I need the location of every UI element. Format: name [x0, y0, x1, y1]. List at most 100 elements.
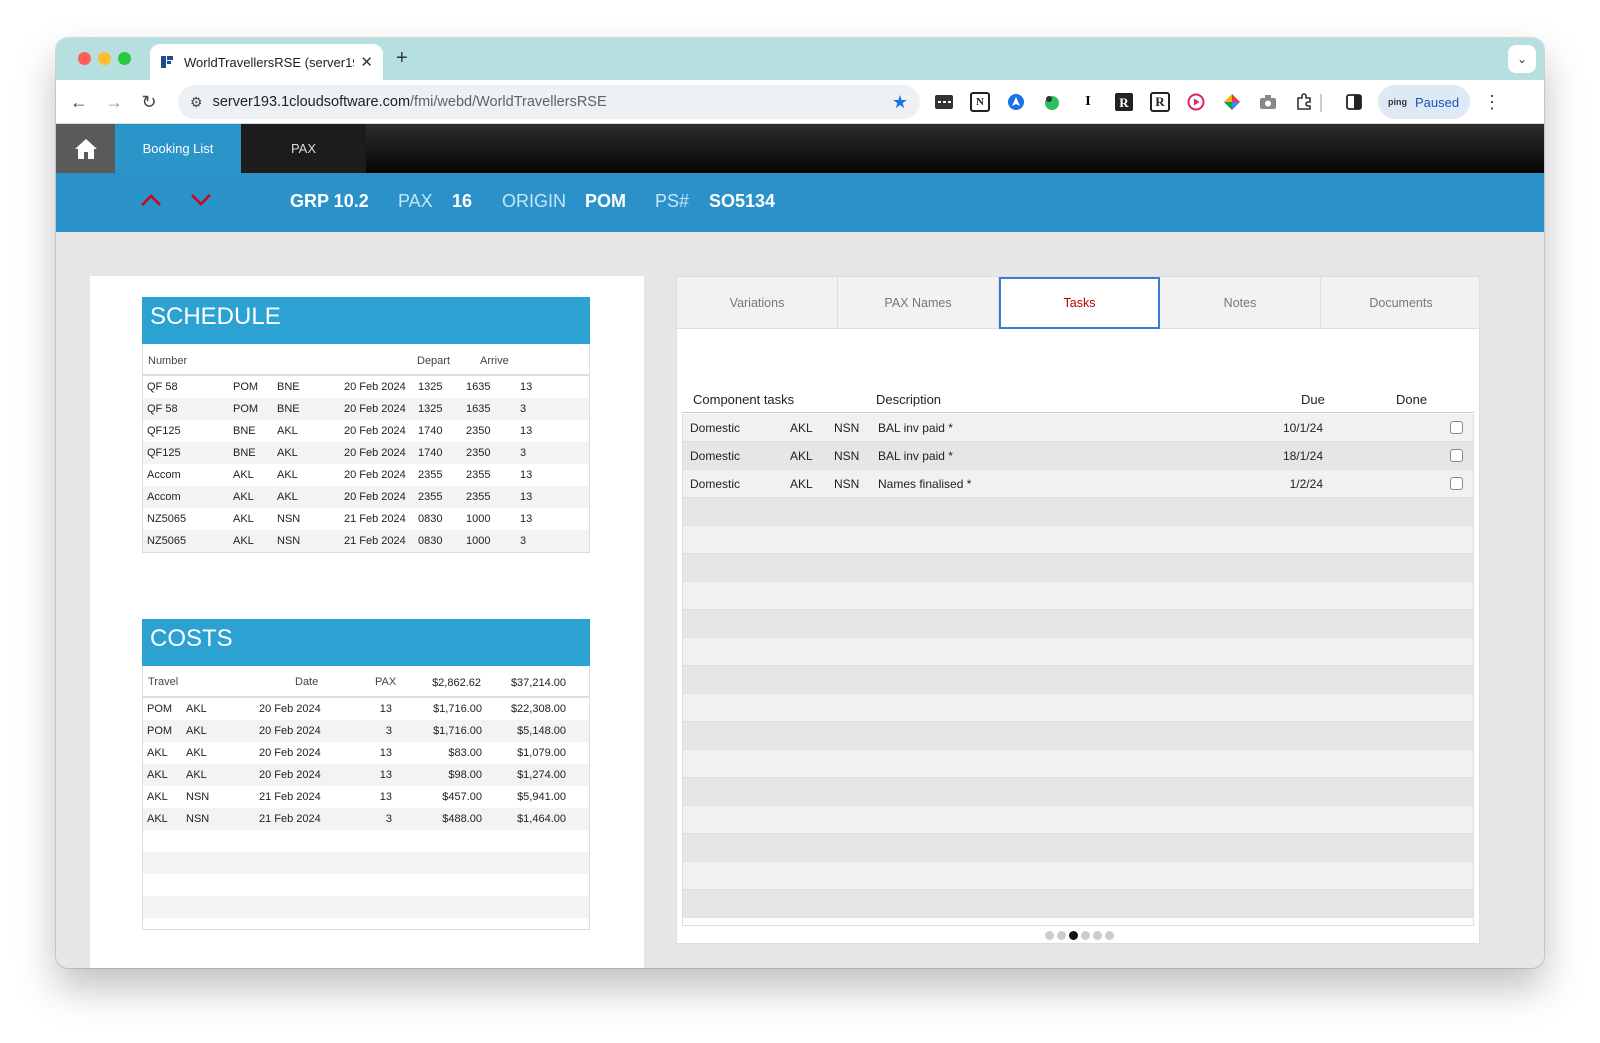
- empty-task-row[interactable]: [683, 890, 1473, 918]
- maximize-window-button[interactable]: [118, 52, 131, 65]
- extension-dash-icon[interactable]: [934, 92, 954, 112]
- cost-row[interactable]: POM AKL 20 Feb 2024 13 $1,716.00 $22,308.00: [143, 698, 589, 720]
- extensions-puzzle-icon[interactable]: [1294, 92, 1314, 112]
- cost-row[interactable]: POM AKL 20 Feb 2024 3 $1,716.00 $5,148.00: [143, 720, 589, 742]
- cost-row[interactable]: AKL NSN 21 Feb 2024 3 $488.00 $1,464.00: [143, 808, 589, 830]
- url-path: /fmi/webd/WorldTravellersRSE: [410, 94, 607, 110]
- side-panel-icon[interactable]: [1344, 92, 1364, 112]
- empty-task-row[interactable]: [683, 834, 1473, 862]
- cost-cell: 13: [379, 769, 392, 781]
- browser-menu-icon[interactable]: ⋮: [1483, 92, 1501, 113]
- empty-cost-row[interactable]: [143, 852, 589, 874]
- previous-record-chevron-up-icon[interactable]: [140, 193, 162, 207]
- page-dot[interactable]: [1105, 931, 1114, 940]
- schedule-row[interactable]: NZ5065 AKL NSN 21 Feb 2024 0830 1000 13: [143, 508, 589, 530]
- cost-cell: $1,464.00: [517, 813, 566, 825]
- nav-tab-label: PAX: [290, 141, 317, 156]
- empty-task-row[interactable]: [683, 638, 1473, 666]
- task-row[interactable]: Domestic AKL NSN BAL inv paid * 10/1/24: [683, 414, 1473, 442]
- home-button[interactable]: [56, 124, 115, 173]
- page-dot[interactable]: [1057, 931, 1066, 940]
- schedule-row[interactable]: Accom AKL AKL 20 Feb 2024 2355 2355 13: [143, 486, 589, 508]
- schedule-cell: 20 Feb 2024: [344, 491, 406, 503]
- minimize-window-button[interactable]: [98, 52, 111, 65]
- next-record-chevron-down-icon[interactable]: [190, 193, 212, 207]
- camera-extension-icon[interactable]: [1258, 92, 1278, 112]
- evernote-extension-icon[interactable]: [1042, 92, 1062, 112]
- browser-tab[interactable]: WorldTravellersRSE (server19 ✕: [150, 44, 383, 80]
- task-row[interactable]: Domestic AKL NSN BAL inv paid * 18/1/24: [683, 442, 1473, 470]
- notion-extension-icon[interactable]: N: [970, 92, 990, 112]
- task-cell: NSN: [834, 421, 860, 435]
- empty-task-row[interactable]: [683, 750, 1473, 778]
- cost-cell: $5,148.00: [517, 725, 566, 737]
- grand-total: $37,214.00: [510, 677, 566, 689]
- empty-task-row[interactable]: [683, 806, 1473, 834]
- address-bar[interactable]: ⚙ server193.1cloudsoftware.com/fmi/webd/…: [178, 85, 920, 119]
- empty-task-row[interactable]: [683, 778, 1473, 806]
- schedule-cell: AKL: [233, 491, 254, 503]
- empty-task-row[interactable]: [683, 554, 1473, 582]
- schedule-cell: 20 Feb 2024: [344, 403, 406, 415]
- instapaper-extension-icon[interactable]: I: [1078, 92, 1098, 112]
- page-dot[interactable]: [1093, 931, 1102, 940]
- tab-tasks[interactable]: Tasks: [999, 277, 1160, 329]
- schedule-cell: QF125: [147, 447, 181, 459]
- empty-task-row[interactable]: [683, 862, 1473, 890]
- video-extension-icon[interactable]: [1186, 92, 1206, 112]
- task-done-checkbox[interactable]: [1450, 421, 1463, 434]
- profile-paused-button[interactable]: ping Paused: [1378, 85, 1470, 119]
- schedule-row[interactable]: QF125 BNE AKL 20 Feb 2024 1740 2350 13: [143, 420, 589, 442]
- filemaker-favicon-icon: [161, 56, 173, 68]
- close-window-button[interactable]: [78, 52, 91, 65]
- site-settings-icon[interactable]: ⚙: [190, 94, 203, 111]
- cost-row[interactable]: AKL AKL 20 Feb 2024 13 $98.00 $1,274.00: [143, 764, 589, 786]
- r-extension-icon[interactable]: R: [1114, 92, 1134, 112]
- tab-notes[interactable]: Notes: [1160, 277, 1321, 329]
- tab-pax-names[interactable]: PAX Names: [838, 277, 999, 329]
- schedule-row[interactable]: QF 58 POM BNE 20 Feb 2024 1325 1635 13: [143, 376, 589, 398]
- empty-task-row[interactable]: [683, 666, 1473, 694]
- forward-arrow-icon[interactable]: →: [103, 91, 125, 113]
- back-arrow-icon[interactable]: ←: [68, 91, 90, 113]
- component-tasks-header: Component tasks: [693, 392, 795, 407]
- task-row[interactable]: Domestic AKL NSN Names finalised * 1/2/24: [683, 470, 1473, 498]
- nav-extension-icon[interactable]: [1006, 92, 1026, 112]
- new-tab-button[interactable]: +: [396, 47, 408, 70]
- tab-variations[interactable]: Variations: [677, 277, 838, 329]
- schedule-row[interactable]: Accom AKL AKL 20 Feb 2024 2355 2355 13: [143, 464, 589, 486]
- empty-cost-row[interactable]: [143, 830, 589, 852]
- empty-task-row[interactable]: [683, 526, 1473, 554]
- schedule-cell: 20 Feb 2024: [344, 447, 406, 459]
- cost-row[interactable]: AKL NSN 21 Feb 2024 13 $457.00 $5,941.00: [143, 786, 589, 808]
- schedule-row[interactable]: NZ5065 AKL NSN 21 Feb 2024 0830 1000 3: [143, 530, 589, 552]
- empty-cost-row[interactable]: [143, 896, 589, 918]
- page-dot-active[interactable]: [1069, 931, 1078, 940]
- nav-tab-pax[interactable]: PAX: [241, 124, 366, 173]
- task-cell: Domestic: [690, 421, 741, 435]
- bookmark-star-icon[interactable]: ★: [892, 92, 908, 113]
- empty-task-row[interactable]: [683, 610, 1473, 638]
- page-dot[interactable]: [1081, 931, 1090, 940]
- colorful-extension-icon[interactable]: [1222, 92, 1242, 112]
- empty-cost-row[interactable]: [143, 874, 589, 896]
- tab-close-icon[interactable]: ✕: [360, 53, 373, 71]
- task-done-checkbox[interactable]: [1450, 477, 1463, 490]
- nav-tab-booking-list[interactable]: Booking List: [115, 124, 241, 173]
- empty-task-row[interactable]: [683, 498, 1473, 526]
- schedule-row[interactable]: QF125 BNE AKL 20 Feb 2024 1740 2350 3: [143, 442, 589, 464]
- reload-icon[interactable]: ↻: [138, 91, 160, 113]
- empty-task-row[interactable]: [683, 582, 1473, 610]
- task-done-checkbox[interactable]: [1450, 449, 1463, 462]
- tab-search-button[interactable]: ⌄: [1508, 45, 1536, 73]
- cost-row[interactable]: AKL AKL 20 Feb 2024 13 $83.00 $1,079.00: [143, 742, 589, 764]
- schedule-row[interactable]: QF 58 POM BNE 20 Feb 2024 1325 1635 3: [143, 398, 589, 420]
- empty-task-row[interactable]: [683, 694, 1473, 722]
- tab-documents[interactable]: Documents: [1321, 277, 1481, 329]
- empty-task-row[interactable]: [683, 722, 1473, 750]
- readwise-extension-icon[interactable]: R: [1150, 92, 1170, 112]
- schedule-cell: NSN: [277, 535, 301, 547]
- svg-text:R: R: [1119, 95, 1129, 110]
- tab-label: Tasks: [1063, 296, 1096, 310]
- page-dot[interactable]: [1045, 931, 1054, 940]
